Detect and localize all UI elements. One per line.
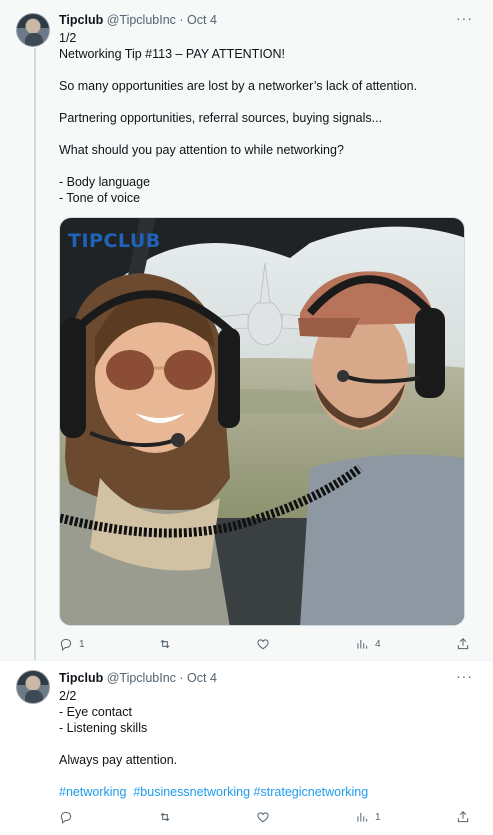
text-line: - Tone of voice [59,191,141,205]
view-count: 4 [375,638,381,650]
tweet-header: Tipclub @TipclubInc · Oct 4 [59,12,217,28]
view-count: 1 [375,811,381,823]
text-line: Networking Tip #113 – PAY ATTENTION! [59,47,286,61]
author-handle[interactable]: @TipclubInc [107,13,176,27]
text-line: So many opportunities are lost by a netw… [59,79,418,93]
text-line: 1/2 [59,31,77,45]
tweet-1[interactable]: Tipclub @TipclubInc · Oct 4 ··· 1/2 Netw… [0,0,493,662]
reply-button[interactable]: 1 [59,636,85,652]
text-line: Partnering opportunities, referral sourc… [59,111,383,125]
tweet-actions: 1 [59,809,475,825]
share-button[interactable] [456,809,470,825]
text-line: What should you pay attention to while n… [59,143,344,157]
author-handle[interactable]: @TipclubInc [107,671,176,685]
views-button[interactable]: 1 [355,809,381,825]
reply-button[interactable] [59,809,79,825]
heart-icon [257,812,269,823]
hashtags[interactable]: #networking #businessnetworking #strateg… [59,784,474,800]
avatar[interactable] [16,670,50,704]
separator-dot: · [179,671,184,685]
tweet-date[interactable]: Oct 4 [187,671,217,685]
author-name[interactable]: Tipclub [59,671,103,685]
text-line: Always pay attention. [59,753,178,767]
avatar[interactable] [16,13,50,47]
tweet-text: 2/2 - Eye contact - Listening skills Alw… [59,688,474,800]
author-name[interactable]: Tipclub [59,13,103,27]
views-button[interactable]: 4 [355,636,381,652]
text-line: - Eye contact [59,705,132,719]
tweet-2[interactable]: Tipclub @TipclubInc · Oct 4 ··· 2/2 - Ey… [0,660,493,835]
like-button[interactable] [256,809,276,825]
retweet-icon [160,639,170,649]
tweet-text: 1/2 Networking Tip #113 – PAY ATTENTION!… [59,30,474,206]
share-button[interactable] [456,636,470,652]
text-line: - Body language [59,175,151,189]
reply-icon [60,811,72,824]
tweet-date[interactable]: Oct 4 [187,13,217,27]
tweet-image[interactable]: TIPCLUB [59,217,465,626]
more-options-icon[interactable]: ··· [456,668,473,684]
views-icon [357,812,368,822]
retweet-icon [160,812,170,822]
retweet-button[interactable] [158,636,178,652]
share-icon [457,811,469,823]
separator-dot: · [179,13,184,27]
views-icon [357,639,368,649]
woman [60,273,240,625]
more-options-icon[interactable]: ··· [456,10,473,26]
share-icon [457,638,469,650]
like-button[interactable] [256,636,276,652]
tipclub-logo: TIPCLUB [68,230,161,252]
text-line: 2/2 [59,689,77,703]
tweet-header: Tipclub @TipclubInc · Oct 4 [59,670,217,686]
tweet-actions: 1 4 [59,636,475,652]
text-line: - Listening skills [59,721,148,735]
retweet-button[interactable] [158,809,178,825]
reply-icon [60,638,72,651]
cockpit-photo: TIPCLUB [60,218,464,625]
reply-count: 1 [79,638,85,650]
heart-icon [257,639,269,650]
thread-line [34,48,36,662]
